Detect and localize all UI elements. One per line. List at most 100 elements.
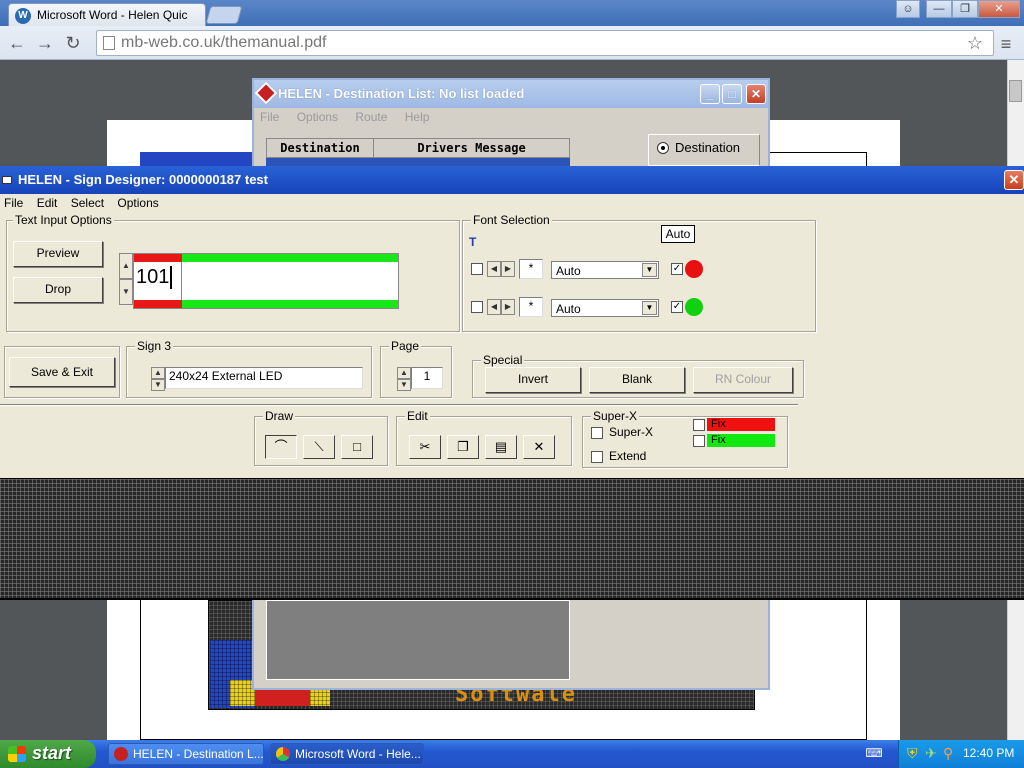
sign-designer-window: HELEN - Sign Designer: 0000000187 test ✕… [0, 166, 1024, 600]
font-row2-left[interactable]: ◀ [487, 299, 501, 315]
start-button[interactable]: start [0, 740, 96, 768]
extend-checkbox-label: Extend [609, 449, 647, 463]
green-bar [182, 254, 398, 262]
save-exit-button[interactable]: Save & Exit [9, 357, 115, 387]
extend-checkbox[interactable] [591, 451, 603, 463]
rectangle-draw-tool[interactable]: □ [341, 435, 373, 459]
font-row2-dropdown[interactable]: Auto ▼ [551, 299, 659, 317]
freehand-draw-tool[interactable]: ⌒ [265, 435, 297, 459]
browser-toolbar: ← → ↻ mb-web.co.uk/themanual.pdf ☆ ≡ [0, 26, 1024, 60]
forward-icon[interactable]: → [34, 33, 56, 53]
back-icon[interactable]: ← [6, 33, 28, 53]
chevron-down-icon[interactable]: ▼ [642, 263, 657, 277]
blank-button[interactable]: Blank [589, 367, 685, 393]
radio-destination[interactable] [657, 142, 669, 154]
selected-row[interactable] [266, 158, 570, 166]
font-row1-checkbox[interactable] [471, 263, 483, 275]
superx-checkbox[interactable] [591, 427, 603, 439]
column-destination[interactable]: Destination [267, 139, 374, 157]
cut-icon[interactable]: ✂ [409, 435, 441, 459]
sign-group: Sign 3 ▲ ▼ 240x24 External LED [126, 339, 372, 398]
new-tab-button[interactable] [205, 6, 243, 24]
menu-edit[interactable]: Edit [37, 196, 58, 210]
font-row1-right[interactable]: ▶ [501, 261, 515, 277]
font-row1-color-checkbox[interactable]: ✓ [671, 263, 683, 275]
url-domain: mb-web.co.uk/ [121, 34, 226, 51]
font-row1-star[interactable]: * [519, 259, 543, 279]
menu-options[interactable]: Options [297, 110, 338, 124]
column-drivers-message[interactable]: Drivers Message [374, 139, 569, 157]
auto-badge[interactable]: Auto [661, 225, 695, 243]
minimize-button[interactable]: _ [700, 84, 720, 104]
menu-file[interactable]: File [260, 110, 279, 124]
close-button[interactable]: ✕ [1004, 170, 1024, 190]
menu-select[interactable]: Select [71, 196, 104, 210]
drop-button[interactable]: Drop [13, 277, 103, 303]
menu-icon[interactable]: ≡ [996, 34, 1016, 55]
page-number-field[interactable]: 1 [411, 367, 443, 389]
close-browser-button[interactable]: ✕ [978, 0, 1020, 18]
keyboard-icon[interactable]: ⌨ [864, 746, 884, 762]
paste-icon[interactable]: ▤ [485, 435, 517, 459]
led-matrix-grid[interactable] [0, 478, 1024, 600]
font-row2-right[interactable]: ▶ [501, 299, 515, 315]
delete-icon[interactable]: ✕ [523, 435, 555, 459]
font-row2-value: Auto [556, 302, 581, 316]
helen-logo-icon [114, 747, 128, 761]
font-row2-checkbox[interactable] [471, 301, 483, 313]
page-spin-down[interactable]: ▼ [397, 379, 411, 391]
security-shield-icon[interactable]: ⛨ [907, 745, 918, 762]
sign-designer-titlebar[interactable]: HELEN - Sign Designer: 0000000187 test [0, 166, 1024, 194]
search-icon[interactable]: ⚲ [943, 745, 953, 762]
sign-spin-down[interactable]: ▼ [151, 379, 165, 391]
taskbar-item-chrome[interactable]: Microsoft Word - Hele... [270, 743, 424, 765]
user-icon[interactable]: ☺ [896, 0, 920, 18]
browser-tab[interactable]: W Microsoft Word - Helen Quic [8, 3, 206, 26]
fix-green-checkbox[interactable] [693, 435, 705, 447]
sign-type-field[interactable]: 240x24 External LED [165, 367, 363, 389]
spin-up[interactable]: ▲ [119, 253, 133, 279]
text-input-value[interactable]: 101 [136, 266, 173, 289]
font-row2-color-checkbox[interactable]: ✓ [671, 301, 683, 313]
browser-tab-title: Microsoft Word - Helen Quic [37, 8, 188, 22]
system-tray: ⛨ ✈ ⚲ 12:40 PM [898, 740, 1024, 768]
group-label: Sign 3 [135, 339, 174, 353]
draw-group: Draw ⌒ ⟍ □ [254, 409, 388, 466]
sign-designer-title: HELEN - Sign Designer: 0000000187 test [18, 172, 268, 187]
network-icon[interactable]: ✈ [925, 745, 937, 762]
copy-icon[interactable]: ❐ [447, 435, 479, 459]
menu-file[interactable]: File [4, 196, 23, 210]
preview-button[interactable]: Preview [13, 241, 103, 267]
sign-spin-up[interactable]: ▲ [151, 367, 165, 379]
reload-icon[interactable]: ↻ [62, 33, 84, 53]
menu-help[interactable]: Help [405, 110, 430, 124]
bookmark-star-icon[interactable]: ☆ [967, 33, 983, 54]
maximize-button[interactable]: □ [722, 84, 742, 104]
taskbar-item-helen[interactable]: HELEN - Destination L... [108, 743, 264, 765]
red-color-dot[interactable] [685, 260, 703, 278]
spin-down[interactable]: ▼ [119, 279, 133, 305]
font-selection-group: Font Selection T Auto ◀ ▶ * Auto ▼ ✓ ◀ ▶… [462, 213, 816, 332]
menu-route[interactable]: Route [355, 110, 387, 124]
minimize-button[interactable]: — [926, 0, 952, 18]
chevron-down-icon[interactable]: ▼ [642, 301, 657, 315]
green-color-dot[interactable] [685, 298, 703, 316]
restore-button[interactable]: ❐ [952, 0, 978, 18]
page-spin-up[interactable]: ▲ [397, 367, 411, 379]
destination-window-titlebar[interactable]: HELEN - Destination List: No list loaded… [254, 80, 768, 108]
group-label: Special [481, 353, 525, 367]
rn-colour-button[interactable]: RN Colour [693, 367, 793, 393]
line-draw-tool[interactable]: ⟍ [303, 435, 335, 459]
close-button[interactable]: ✕ [746, 84, 766, 104]
text-input-options-group: Text Input Options Preview Drop ▲ ▼ 101 [6, 213, 460, 332]
menu-options[interactable]: Options [117, 196, 158, 210]
address-bar[interactable]: mb-web.co.uk/themanual.pdf ☆ [96, 30, 994, 56]
fix-red-checkbox[interactable] [693, 419, 705, 431]
pdf-scrollbar-thumb[interactable] [1009, 80, 1022, 102]
font-row1-left[interactable]: ◀ [487, 261, 501, 277]
superx-group: Super-X Super-X Extend Fix Fix [582, 409, 788, 468]
invert-button[interactable]: Invert [485, 367, 581, 393]
font-row2-star[interactable]: * [519, 297, 543, 317]
font-row1-dropdown[interactable]: Auto ▼ [551, 261, 659, 279]
text-input-box[interactable]: 101 [133, 253, 399, 309]
